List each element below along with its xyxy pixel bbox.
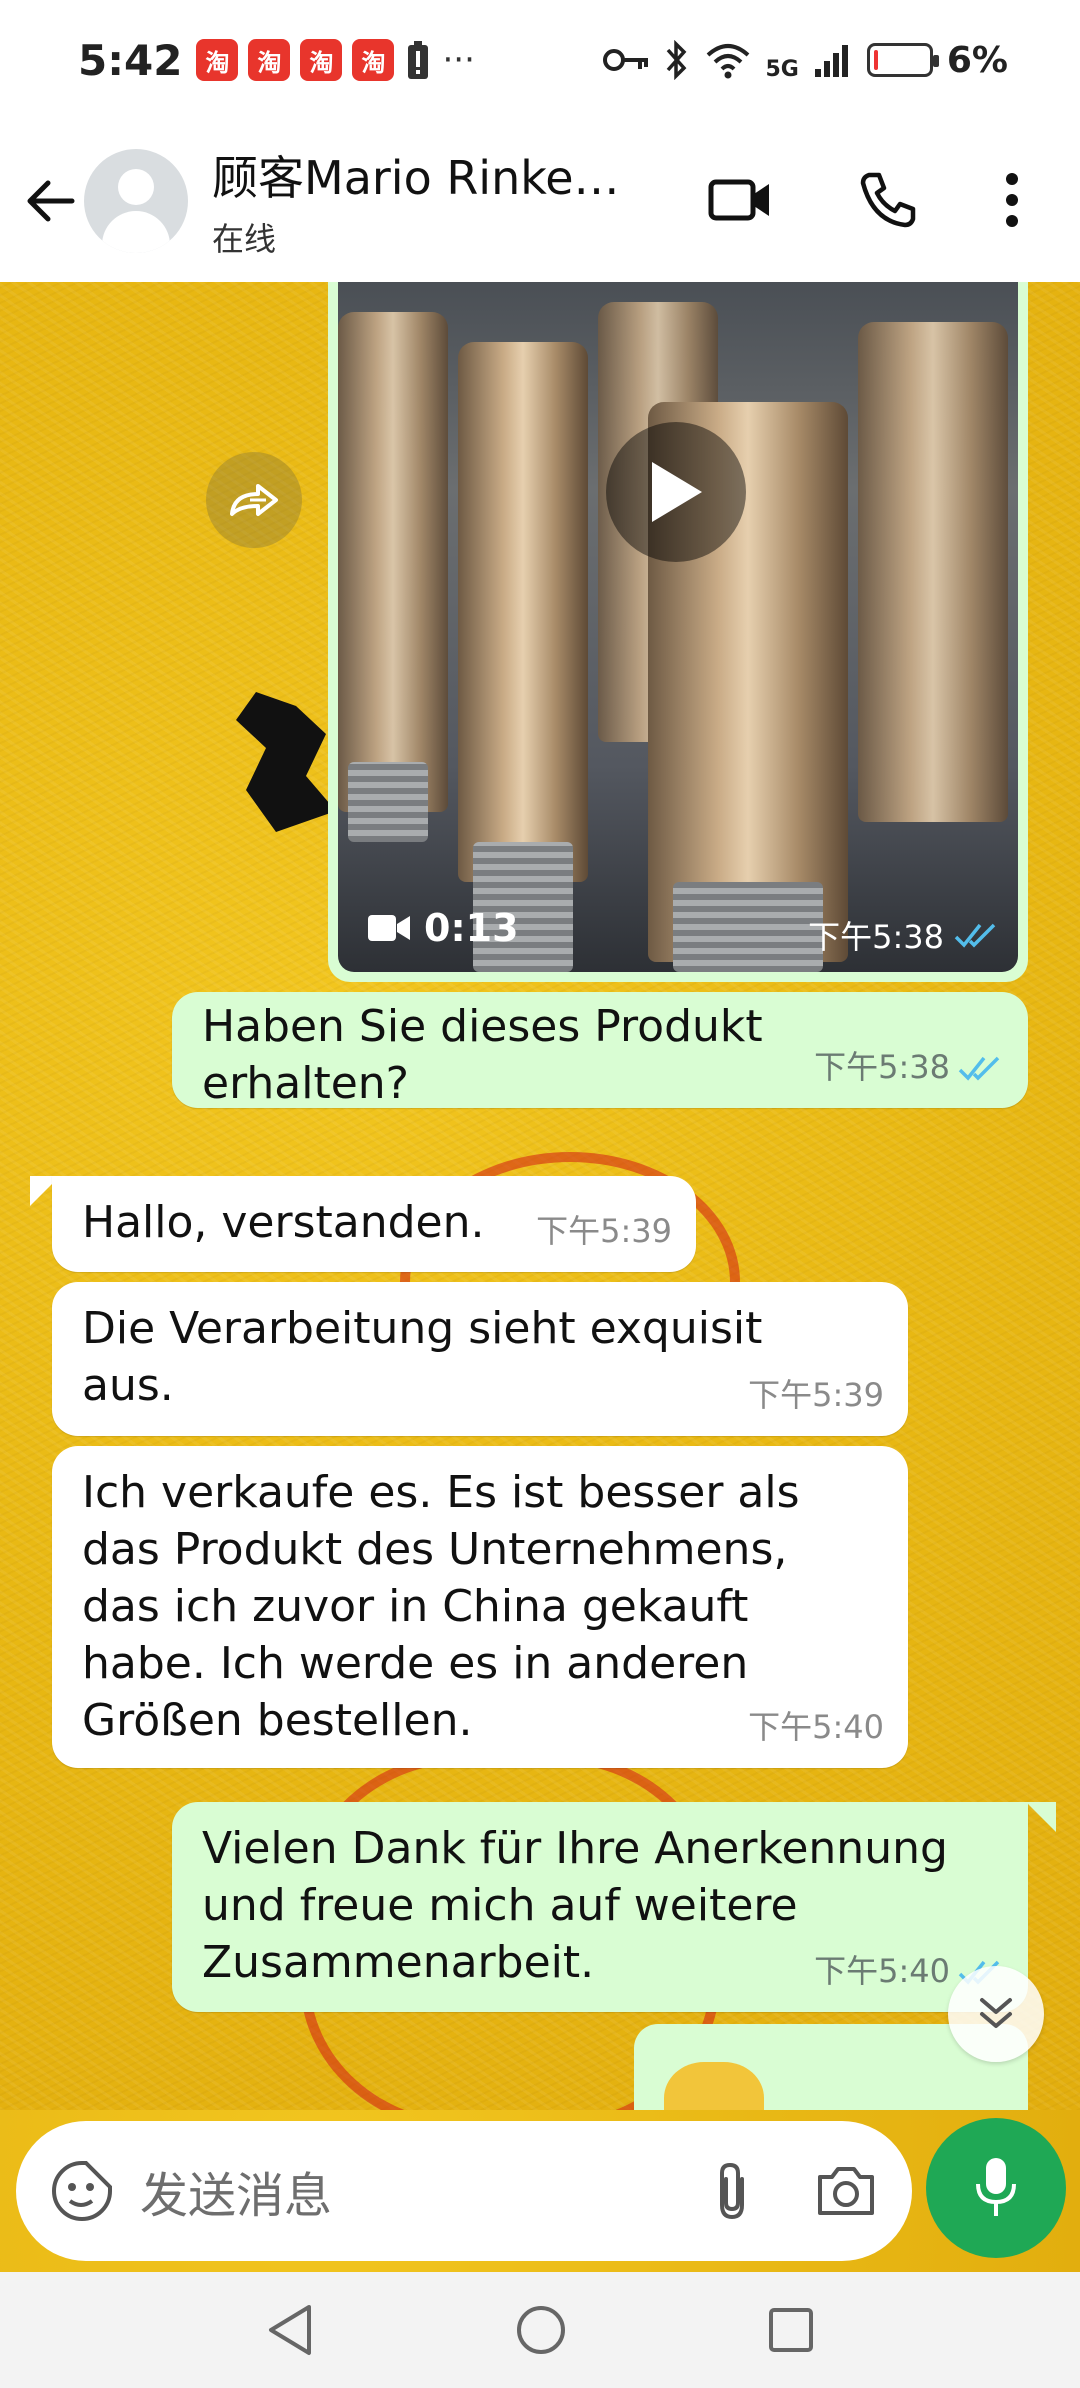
video-camera-icon bbox=[708, 179, 769, 221]
nav-home-icon[interactable] bbox=[515, 2304, 567, 2356]
voice-message-button[interactable] bbox=[926, 2118, 1066, 2258]
message-text: Haben Sie dieses Produkt erhalten? bbox=[202, 1001, 763, 1109]
video-call-button[interactable] bbox=[700, 160, 780, 240]
scroll-to-bottom-button[interactable] bbox=[948, 1966, 1044, 2062]
taobao-notification-icon: 淘 bbox=[352, 39, 395, 81]
message-time: 下午5:38 bbox=[808, 918, 944, 956]
contact-info[interactable]: 顾客Mario Rinke… 在线 bbox=[212, 142, 642, 260]
system-navigation-bar bbox=[0, 2272, 1080, 2388]
video-message[interactable]: 0:13 下午5:38 bbox=[328, 282, 1028, 982]
chevron-double-down-icon bbox=[980, 1998, 1012, 2028]
play-button[interactable] bbox=[606, 422, 746, 562]
attachment-icon[interactable] bbox=[712, 2159, 752, 2223]
message-meta: 下午5:38 bbox=[808, 912, 1000, 958]
chat-header: 顾客Mario Rinke… 在线 bbox=[0, 120, 1080, 282]
incoming-message[interactable]: Die Verarbeitung sieht exquisit aus. 下午5… bbox=[52, 1282, 908, 1436]
battery-percent: 6% bbox=[946, 39, 1008, 81]
phone-icon bbox=[860, 172, 916, 228]
microphone-icon bbox=[976, 2158, 1016, 2216]
wifi-icon bbox=[706, 44, 749, 79]
message-time: 下午5:39 bbox=[748, 1376, 884, 1414]
arrow-left-icon bbox=[27, 180, 75, 222]
battery-level bbox=[873, 50, 878, 70]
nav-back-icon[interactable] bbox=[265, 2303, 315, 2357]
contact-name: 顾客Mario Rinke… bbox=[212, 151, 620, 205]
video-duration: 0:13 bbox=[368, 906, 519, 950]
message-text: Die Verarbeitung sieht exquisit aus. bbox=[82, 1303, 763, 1411]
sticker-image bbox=[664, 2062, 764, 2110]
play-icon bbox=[652, 462, 702, 522]
network-type: 5G bbox=[765, 56, 799, 82]
double-check-icon bbox=[958, 1056, 1000, 1081]
taobao-notification-icon: 淘 bbox=[248, 39, 291, 81]
battery-icon bbox=[866, 43, 939, 77]
message-composer: 发送消息 bbox=[0, 2110, 1080, 2272]
voice-call-button[interactable] bbox=[848, 160, 928, 240]
taobao-notification-icon: 淘 bbox=[196, 39, 239, 81]
status-time: 5:42 bbox=[78, 35, 183, 85]
outgoing-message[interactable]: Haben Sie dieses Produkt erhalten? 下午5:3… bbox=[172, 992, 1028, 1109]
more-options-button[interactable] bbox=[972, 160, 1052, 240]
message-meta: 下午5:40 bbox=[748, 1699, 884, 1756]
message-meta: 下午5:39 bbox=[536, 1203, 672, 1260]
key-icon bbox=[602, 49, 648, 71]
message-input-container[interactable]: 发送消息 bbox=[16, 2121, 912, 2261]
video-thumbnail[interactable]: 0:13 下午5:38 bbox=[338, 282, 1018, 972]
forward-button[interactable] bbox=[206, 452, 302, 548]
more-vertical-icon bbox=[1006, 173, 1018, 227]
signal-icon bbox=[814, 45, 848, 77]
message-meta: 下午5:38 bbox=[814, 1039, 1004, 1096]
battery-alert-icon bbox=[408, 41, 429, 79]
message-time: 下午5:39 bbox=[536, 1212, 672, 1250]
incoming-message[interactable]: Hallo, verstanden. 下午5:39 bbox=[52, 1176, 696, 1272]
bluetooth-icon bbox=[666, 40, 686, 80]
message-meta: 下午5:39 bbox=[748, 1367, 884, 1424]
chat-area[interactable]: 0:13 下午5:38 Haben Sie dieses Produkt erh… bbox=[0, 282, 1080, 2110]
double-check-icon bbox=[954, 923, 996, 948]
contact-status: 在线 bbox=[212, 220, 277, 258]
outgoing-message[interactable]: Vielen Dank für Ihre Anerkennung und fre… bbox=[172, 1802, 1028, 2012]
emoji-sticker-icon[interactable] bbox=[50, 2159, 114, 2223]
forward-icon bbox=[230, 484, 278, 516]
nav-recents-icon[interactable] bbox=[767, 2306, 815, 2354]
message-time: 下午5:38 bbox=[814, 1048, 950, 1086]
taobao-notification-icon: 淘 bbox=[300, 39, 343, 81]
incoming-message[interactable]: Ich verkaufe es. Es ist besser als das P… bbox=[52, 1446, 908, 1768]
contact-avatar[interactable] bbox=[84, 149, 188, 253]
camera-icon[interactable] bbox=[814, 2163, 878, 2219]
more-notifications-icon: ··· bbox=[442, 40, 475, 80]
bubble-tail bbox=[1026, 1802, 1056, 1832]
message-time: 下午5:40 bbox=[748, 1708, 884, 1746]
message-time: 下午5:40 bbox=[814, 1952, 950, 1990]
message-input[interactable]: 发送消息 bbox=[140, 2156, 712, 2226]
back-button[interactable] bbox=[22, 173, 78, 229]
video-camera-icon bbox=[368, 915, 410, 941]
wallpaper-calligraphy bbox=[236, 692, 336, 832]
status-bar: 5:42 淘 淘 淘 淘 ··· 5G 6% bbox=[0, 0, 1080, 120]
